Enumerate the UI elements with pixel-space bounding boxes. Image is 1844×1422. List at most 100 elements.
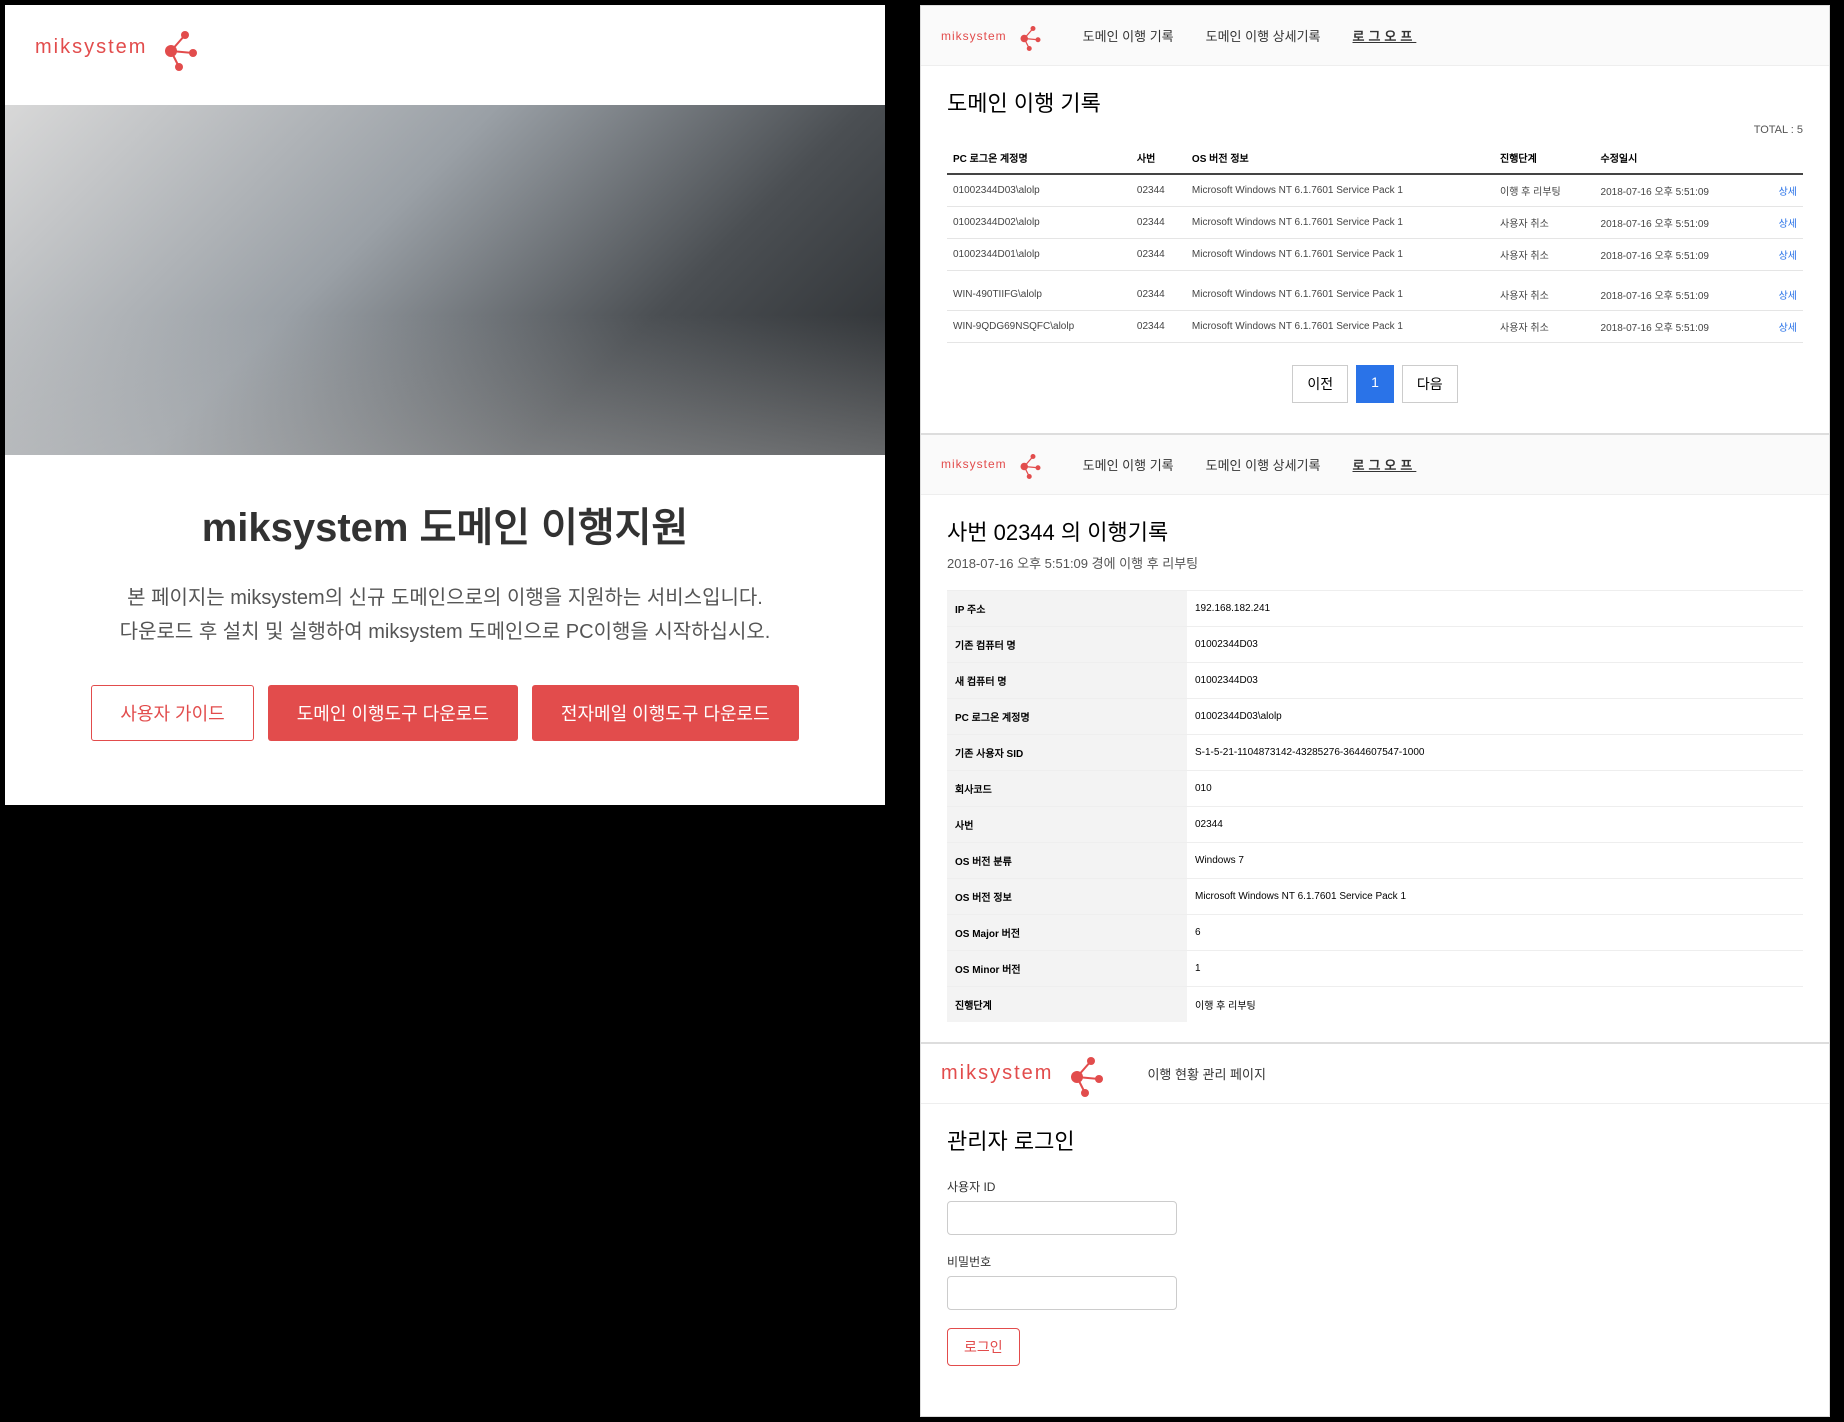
detail-row: 새 컴퓨터 명01002344D03 [947, 662, 1803, 698]
detail-value: 192.168.182.241 [1187, 590, 1803, 626]
brand-text: miksystem [941, 1062, 1053, 1085]
nav-records[interactable]: 도메인 이행 기록 [1083, 26, 1174, 45]
cell-modified: 2018-07-16 오후 5:51:09 [1595, 207, 1761, 239]
detail-row: 사번02344 [947, 806, 1803, 842]
logo-icon [1013, 21, 1043, 51]
pager-prev[interactable]: 이전 [1292, 365, 1348, 403]
records-header: miksystem 도메인 이행 기록 도메인 이행 상세기록 로그오프 [921, 6, 1829, 66]
user-id-label: 사용자 ID [947, 1178, 1803, 1195]
cell-os: Microsoft Windows NT 6.1.7601 Service Pa… [1186, 174, 1494, 207]
login-title: 관리자 로그인 [947, 1124, 1803, 1156]
nav-logout[interactable]: 로그오프 [1353, 26, 1417, 45]
row-detail-link[interactable]: 상세 [1761, 279, 1803, 311]
nav-records-detail[interactable]: 도메인 이행 상세기록 [1206, 26, 1321, 45]
brand-text: miksystem [35, 36, 147, 59]
row-detail-link[interactable]: 상세 [1761, 239, 1803, 271]
cell-modified: 2018-07-16 오후 5:51:09 [1595, 174, 1761, 207]
brand-text: miksystem [941, 29, 1007, 43]
detail-value: 01002344D03 [1187, 662, 1803, 698]
pager-next[interactable]: 다음 [1402, 365, 1458, 403]
cell-empno: 02344 [1131, 174, 1186, 207]
landing-header: miksystem [5, 5, 885, 105]
nav-logout[interactable]: 로그오프 [1353, 455, 1417, 474]
cell-empno: 02344 [1131, 310, 1186, 342]
cell-account: 01002344D02\alolp [947, 207, 1131, 239]
detail-value: 6 [1187, 914, 1803, 950]
detail-section: miksystem 도메인 이행 기록 도메인 이행 상세기록 로그오프 사번 … [920, 434, 1830, 1043]
logo-icon [153, 23, 201, 71]
table-row: WIN-9QDG69NSQFC\alolp02344Microsoft Wind… [947, 310, 1803, 342]
detail-value: Windows 7 [1187, 842, 1803, 878]
table-row: WIN-490TIIFG\alolp02344Microsoft Windows… [947, 279, 1803, 311]
brand-logo: miksystem [941, 1049, 1107, 1097]
row-detail-link[interactable]: 상세 [1761, 310, 1803, 342]
cell-account: WIN-490TIIFG\alolp [947, 279, 1131, 311]
cell-empno: 02344 [1131, 239, 1186, 271]
detail-key: OS Minor 버전 [947, 950, 1187, 986]
detail-value: Microsoft Windows NT 6.1.7601 Service Pa… [1187, 878, 1803, 914]
detail-content: 사번 02344 의 이행기록 2018-07-16 오후 5:51:09 경에… [921, 495, 1829, 1042]
detail-row: 기존 컴퓨터 명01002344D03 [947, 626, 1803, 662]
records-content: 도메인 이행 기록 TOTAL : 5 PC 로그온 계정명 사번 OS 버전 … [921, 66, 1829, 433]
detail-key: OS 버전 정보 [947, 878, 1187, 914]
password-label: 비밀번호 [947, 1253, 1803, 1270]
col-empno: 사번 [1131, 142, 1186, 174]
detail-key: 회사코드 [947, 770, 1187, 806]
pager-page-1[interactable]: 1 [1356, 365, 1394, 403]
row-detail-link[interactable]: 상세 [1761, 174, 1803, 207]
logo-icon [1013, 449, 1043, 479]
detail-row: 회사코드010 [947, 770, 1803, 806]
cell-os: Microsoft Windows NT 6.1.7601 Service Pa… [1186, 207, 1494, 239]
detail-value: 01002344D03 [1187, 626, 1803, 662]
detail-header: miksystem 도메인 이행 기록 도메인 이행 상세기록 로그오프 [921, 435, 1829, 495]
detail-key: 기존 컴퓨터 명 [947, 626, 1187, 662]
records-total: TOTAL : 5 [947, 124, 1803, 136]
detail-value: 1 [1187, 950, 1803, 986]
detail-value: 02344 [1187, 806, 1803, 842]
detail-key: 사번 [947, 806, 1187, 842]
nav-records[interactable]: 도메인 이행 기록 [1083, 455, 1174, 474]
cell-account: 01002344D03\alolp [947, 174, 1131, 207]
cell-stage: 사용자 취소 [1494, 239, 1595, 271]
detail-row: OS Major 버전6 [947, 914, 1803, 950]
row-detail-link[interactable]: 상세 [1761, 207, 1803, 239]
right-column: miksystem 도메인 이행 기록 도메인 이행 상세기록 로그오프 도메인… [920, 5, 1830, 1417]
table-row: 01002344D02\alolp02344Microsoft Windows … [947, 207, 1803, 239]
detail-row: OS 버전 분류Windows 7 [947, 842, 1803, 878]
detail-row: PC 로그온 계정명01002344D03\alolp [947, 698, 1803, 734]
landing-panel: miksystem miksystem 도메인 이행지원 본 페이지는 miks… [5, 5, 885, 805]
detail-row: OS 버전 정보Microsoft Windows NT 6.1.7601 Se… [947, 878, 1803, 914]
detail-key: 기존 사용자 SID [947, 734, 1187, 770]
cell-stage: 사용자 취소 [1494, 310, 1595, 342]
detail-value: 이행 후 리부팅 [1187, 986, 1803, 1022]
cell-os: Microsoft Windows NT 6.1.7601 Service Pa… [1186, 239, 1494, 271]
email-tool-download-button[interactable]: 전자메일 이행도구 다운로드 [532, 685, 799, 741]
col-stage: 진행단계 [1494, 142, 1595, 174]
cell-account: 01002344D01\alolp [947, 239, 1131, 271]
nav-records-detail[interactable]: 도메인 이행 상세기록 [1206, 455, 1321, 474]
detail-value: 01002344D03\alolp [1187, 698, 1803, 734]
detail-value: 010 [1187, 770, 1803, 806]
login-header-desc: 이행 현황 관리 페이지 [1147, 1064, 1265, 1083]
detail-key: OS Major 버전 [947, 914, 1187, 950]
logo-icon [1059, 1049, 1107, 1097]
brand-logo: miksystem [941, 21, 1043, 51]
password-input[interactable] [947, 1276, 1177, 1310]
landing-title: miksystem 도메인 이행지원 [65, 495, 825, 553]
cell-stage: 사용자 취소 [1494, 207, 1595, 239]
cell-modified: 2018-07-16 오후 5:51:09 [1595, 279, 1761, 311]
hero-image [5, 105, 885, 455]
cell-account: WIN-9QDG69NSQFC\alolp [947, 310, 1131, 342]
landing-desc-line1: 본 페이지는 miksystem의 신규 도메인으로의 이행을 지원하는 서비스… [127, 587, 763, 609]
brand-text: miksystem [941, 457, 1007, 471]
cell-os: Microsoft Windows NT 6.1.7601 Service Pa… [1186, 279, 1494, 311]
top-nav: 도메인 이행 기록 도메인 이행 상세기록 로그오프 [1083, 455, 1417, 474]
detail-value: S-1-5-21-1104873142-43285276-3644607547-… [1187, 734, 1803, 770]
login-button[interactable]: 로그인 [947, 1328, 1020, 1366]
user-guide-button[interactable]: 사용자 가이드 [91, 685, 253, 741]
detail-row: IP 주소192.168.182.241 [947, 590, 1803, 626]
user-id-input[interactable] [947, 1201, 1177, 1235]
login-section: miksystem 이행 현황 관리 페이지 관리자 로그인 사용자 ID 비밀… [920, 1043, 1830, 1417]
domain-tool-download-button[interactable]: 도메인 이행도구 다운로드 [268, 685, 518, 741]
landing-description: 본 페이지는 miksystem의 신규 도메인으로의 이행을 지원하는 서비스… [65, 581, 825, 649]
